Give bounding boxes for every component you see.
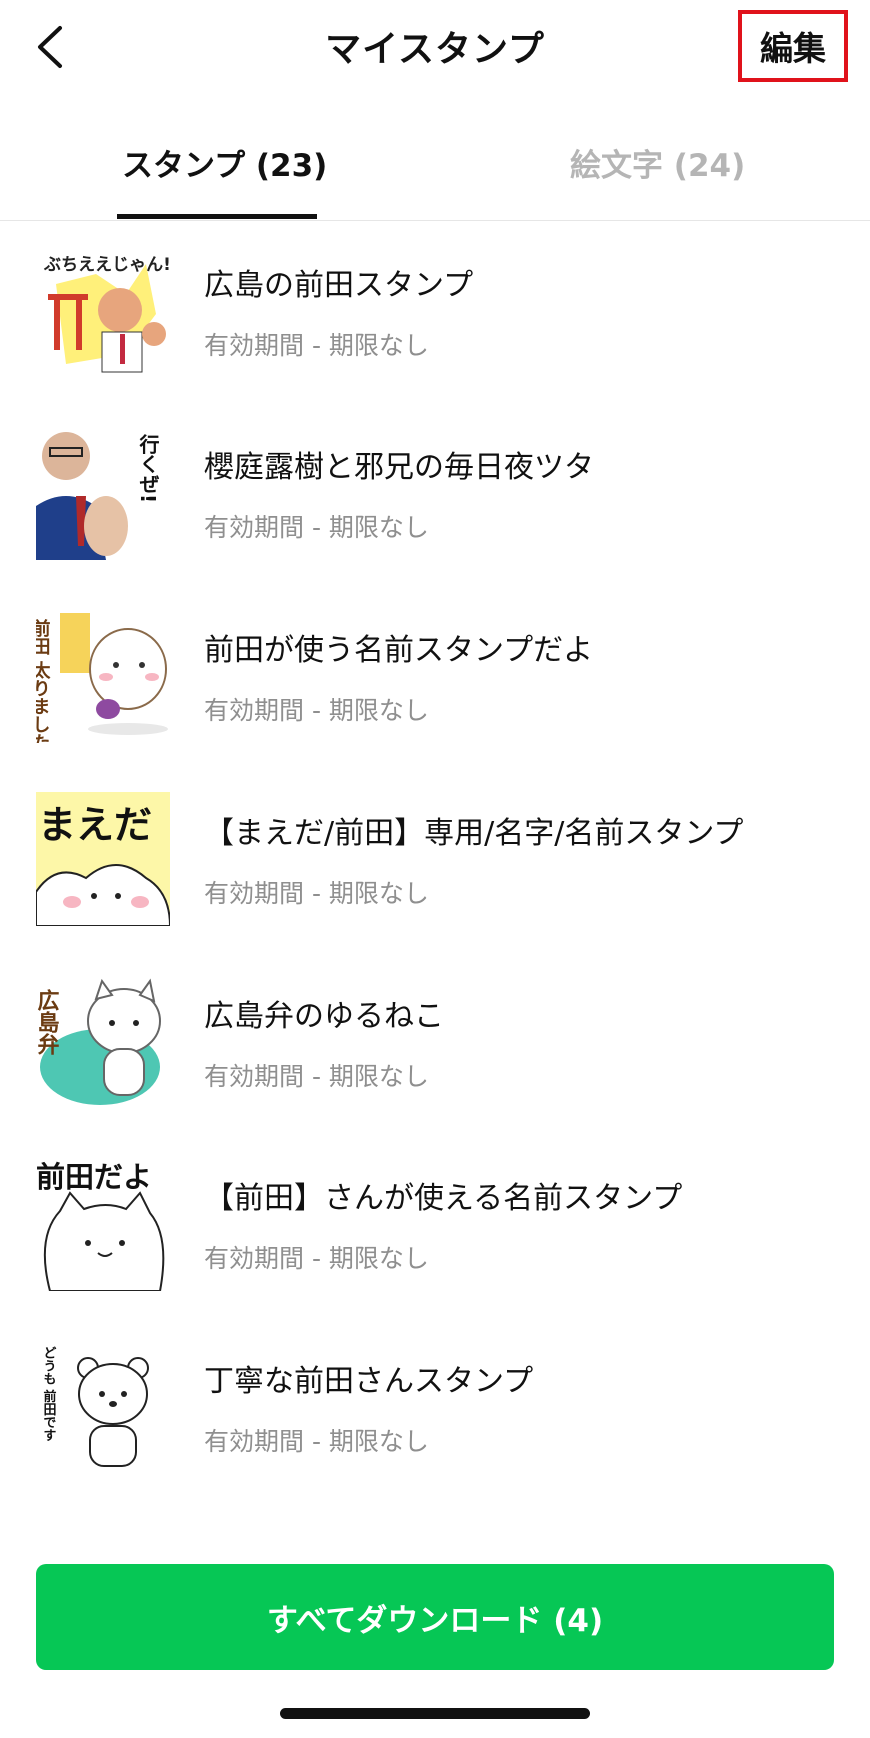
sticker-title: 広島弁のゆるねこ [204,999,444,1034]
tab-stamps[interactable]: スタンプ (23) [122,140,327,185]
edit-button-label: 編集 [760,29,826,68]
sticker-thumbnail: どうも 前田です [36,1340,170,1474]
sticker-validity: 有効期間 - 期限なし [204,1427,429,1456]
list-item[interactable]: 行くぜ! 櫻庭露樹と邪兄の毎日夜ツタ 有効期間 - 期限なし [0,422,870,572]
sticker-validity: 有効期間 - 期限なし [204,331,429,360]
home-indicator [280,1708,590,1719]
list-item[interactable]: 広島弁 広島弁のゆるねこ 有効期間 - 期限なし [0,971,870,1121]
list-item[interactable]: まえだ 【まえだ/前田】専用/名字/名前スタンプ 有効期間 - 期限なし [0,788,870,938]
sticker-thumb-text: まえだ [38,803,152,847]
list-item[interactable]: 前田 太りました 前田が使う名前スタンプだよ 有効期間 - 期限なし [0,605,870,755]
sticker-thumbnail: まえだ [36,792,170,926]
sticker-title: 広島の前田スタンプ [204,268,474,303]
sticker-title: 【まえだ/前田】専用/名字/名前スタンプ [204,816,744,851]
list-item[interactable]: どうも 前田です 丁寧な前田さんスタンプ 有効期間 - 期限なし [0,1336,870,1486]
header: マイスタンプ 編集 [0,0,870,96]
sticker-title: 櫻庭露樹と邪兄の毎日夜ツタ [204,450,594,485]
sticker-thumb-text: どうも 前田です [41,1346,57,1442]
sticker-thumbnail: 前田 太りました [36,609,170,743]
sticker-thumbnail: 行くぜ! [36,426,170,560]
sticker-title: 前田が使う名前スタンプだよ [204,633,594,668]
sticker-thumb-text: 前田 太りました [36,618,51,743]
sticker-title: 丁寧な前田さんスタンプ [204,1364,534,1399]
my-stickers-screen: マイスタンプ 編集 スタンプ (23) 絵文字 (24) ぶちええじゃん! 広島… [0,0,870,1738]
sticker-validity: 有効期間 - 期限なし [204,513,429,542]
download-all-label: すべてダウンロード (4) [266,1602,604,1639]
sticker-thumb-text: 広島弁 [36,988,60,1055]
list-item[interactable]: ぶちええじゃん! 広島の前田スタンプ 有効期間 - 期限なし [0,240,870,390]
download-all-button[interactable]: すべてダウンロード (4) [36,1564,834,1670]
edit-button[interactable]: 編集 [738,10,848,82]
sticker-title: 【前田】さんが使える名前スタンプ [204,1181,683,1216]
tab-bar: スタンプ (23) 絵文字 (24) [0,110,870,221]
sticker-thumb-text: 行くぜ! [136,433,160,504]
sticker-thumb-text: 前田だよ [36,1160,152,1194]
list-item[interactable]: 前田だよ 【前田】さんが使える名前スタンプ 有効期間 - 期限なし [0,1153,870,1303]
sticker-validity: 有効期間 - 期限なし [204,696,429,725]
sticker-thumb-text: ぶちええじゃん! [43,255,170,275]
sticker-thumbnail: 広島弁 [36,975,170,1109]
sticker-validity: 有効期間 - 期限なし [204,879,429,908]
tab-emoji[interactable]: 絵文字 (24) [570,140,745,185]
sticker-validity: 有効期間 - 期限なし [204,1244,429,1273]
active-tab-indicator [117,214,317,219]
sticker-thumbnail: 前田だよ [36,1157,170,1291]
sticker-validity: 有効期間 - 期限なし [204,1062,429,1091]
sticker-thumbnail: ぶちええじゃん! [36,244,170,378]
